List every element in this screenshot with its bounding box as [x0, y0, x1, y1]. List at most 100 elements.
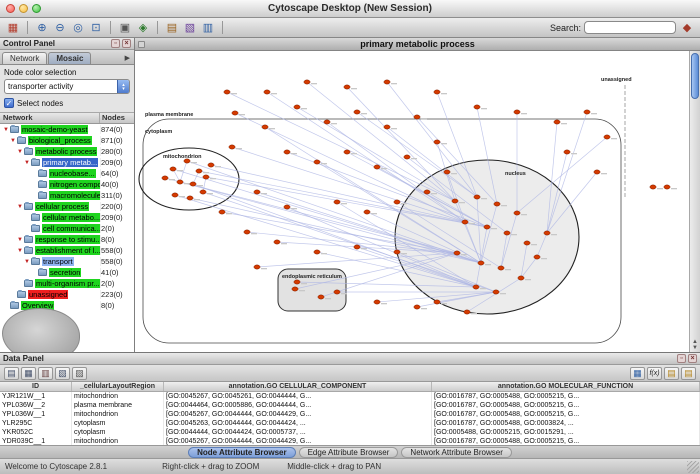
network-node[interactable] [229, 145, 235, 149]
table-row[interactable]: YPL036W__2plasma membrane[GO:0044464, GO… [0, 401, 700, 410]
vizmapper-icon[interactable]: ▧ [182, 20, 198, 36]
network-node[interactable] [434, 140, 440, 144]
column-header[interactable]: annotation.GO CELLULAR_COMPONENT [164, 382, 432, 391]
minimize-window-button[interactable] [19, 4, 28, 13]
network-view-titlebar[interactable]: primary metabolic process [135, 38, 700, 51]
network-node[interactable] [314, 160, 320, 164]
tree-expander-icon[interactable]: ▼ [17, 149, 24, 155]
network-node[interactable] [324, 120, 330, 124]
formula-builder-icon[interactable]: f(x) [647, 367, 662, 380]
network-node[interactable] [334, 290, 340, 294]
tree-row[interactable]: ▼metabolic process280(0) [0, 146, 134, 157]
network-node[interactable] [452, 199, 458, 203]
network-node[interactable] [518, 276, 524, 280]
tree-column-nodes[interactable]: Nodes [100, 113, 134, 123]
network-node[interactable] [264, 90, 270, 94]
tree-column-network[interactable]: Network [0, 113, 100, 123]
network-node[interactable] [292, 287, 298, 291]
network-node[interactable] [473, 285, 479, 289]
tree-row[interactable]: Overview8(0) [0, 300, 134, 311]
tree-expander-icon[interactable]: ▼ [17, 237, 24, 243]
close-window-button[interactable] [6, 4, 15, 13]
scrollbar-thumb[interactable] [691, 53, 699, 99]
open-attributes-folder-icon[interactable]: ▤ [681, 367, 696, 380]
network-node[interactable] [604, 135, 610, 139]
network-node[interactable] [254, 190, 260, 194]
network-node[interactable] [196, 169, 202, 173]
network-node[interactable] [344, 150, 350, 154]
layout-icon[interactable]: ▥ [200, 20, 216, 36]
import-network-icon[interactable]: ▤ [164, 20, 180, 36]
select-attributes-icon[interactable]: ▤ [4, 367, 19, 380]
network-node[interactable] [208, 163, 214, 167]
network-node[interactable] [170, 167, 176, 171]
show-graphics-details-icon[interactable]: ▣ [117, 20, 133, 36]
close-panel-icon[interactable]: × [122, 39, 131, 48]
network-node[interactable] [354, 245, 360, 249]
tree-expander-icon[interactable]: ▼ [10, 138, 17, 144]
delete-entry-icon[interactable]: ▨ [72, 367, 87, 380]
network-edge[interactable] [357, 112, 477, 197]
network-node[interactable] [294, 280, 300, 284]
network-node[interactable] [224, 90, 230, 94]
network-node[interactable] [493, 290, 499, 294]
network-node[interactable] [464, 310, 470, 314]
tree-row[interactable]: multi-organism pr...2(0) [0, 278, 134, 289]
network-node[interactable] [504, 231, 510, 235]
tree-expander-icon[interactable]: ▼ [24, 259, 31, 265]
column-header[interactable]: annotation.GO MOLECULAR_FUNCTION [432, 382, 700, 391]
network-node[interactable] [244, 230, 250, 234]
tree-row[interactable]: secretion41(0) [0, 267, 134, 278]
network-node[interactable] [434, 90, 440, 94]
tab-network-attribute-browser[interactable]: Network Attribute Browser [401, 447, 511, 458]
zoom-fit-content-icon[interactable]: ⊡ [88, 20, 104, 36]
network-node[interactable] [494, 202, 500, 206]
network-node[interactable] [594, 170, 600, 174]
network-node[interactable] [394, 200, 400, 204]
network-node[interactable] [232, 111, 238, 115]
tab-network[interactable]: Network [2, 52, 47, 64]
column-header[interactable]: _cellularLayoutRegion [72, 382, 164, 391]
network-node[interactable] [474, 105, 480, 109]
network-node[interactable] [584, 110, 590, 114]
network-node[interactable] [544, 231, 550, 235]
tree-row[interactable]: ▼response to stimu...8(0) [0, 234, 134, 245]
tree-row[interactable]: nitrogen compo...40(0) [0, 179, 134, 190]
network-node[interactable] [384, 125, 390, 129]
network-edge[interactable] [307, 82, 455, 201]
table-row[interactable]: YLR295Ccytoplasm[GO:0045263, GO:0044444,… [0, 419, 700, 428]
network-node[interactable] [424, 190, 430, 194]
table-row[interactable]: YJR121W__1mitochondrion[GO:0045267, GO:0… [0, 392, 700, 401]
network-node[interactable] [172, 193, 178, 197]
network-node[interactable] [454, 251, 460, 255]
network-node[interactable] [534, 255, 540, 259]
search-options-icon[interactable]: ◆ [679, 20, 695, 36]
network-node[interactable] [294, 105, 300, 109]
delete-attributes-icon[interactable]: ▥ [38, 367, 53, 380]
search-input[interactable] [584, 21, 676, 34]
vertical-scrollbar[interactable]: ▲▼ [689, 51, 700, 352]
tree-row[interactable]: unassigned223(0) [0, 289, 134, 300]
network-node[interactable] [344, 85, 350, 89]
network-node[interactable] [384, 80, 390, 84]
tree-expander-icon[interactable]: ▼ [3, 127, 10, 133]
table-row[interactable]: YPL036W__1mitochondrion[GO:0045267, GO:0… [0, 410, 700, 419]
float-data-panel-icon[interactable]: ▫ [677, 354, 686, 363]
network-node[interactable] [514, 211, 520, 215]
network-canvas-svg[interactable]: plasma membrane cytoplasm mitochondrion … [135, 51, 689, 352]
network-node[interactable] [474, 195, 480, 199]
network-node[interactable] [484, 225, 490, 229]
new-attribute-icon[interactable]: ▦ [21, 367, 36, 380]
network-node[interactable] [478, 261, 484, 265]
network-node[interactable] [514, 110, 520, 114]
tab-overflow-arrow-icon[interactable]: ▶ [125, 54, 132, 64]
network-node[interactable] [414, 115, 420, 119]
tab-mosaic[interactable]: Mosaic [48, 52, 91, 64]
network-edge[interactable] [227, 92, 455, 201]
tree-row[interactable]: ▼biological_process871(0) [0, 135, 134, 146]
network-view-widget-icon[interactable] [138, 41, 145, 48]
network-node[interactable] [554, 120, 560, 124]
scrollbar-arrows-icon[interactable]: ▲▼ [690, 339, 700, 351]
network-node[interactable] [314, 250, 320, 254]
create-network-from-selection-icon[interactable]: ◈ [135, 20, 151, 36]
